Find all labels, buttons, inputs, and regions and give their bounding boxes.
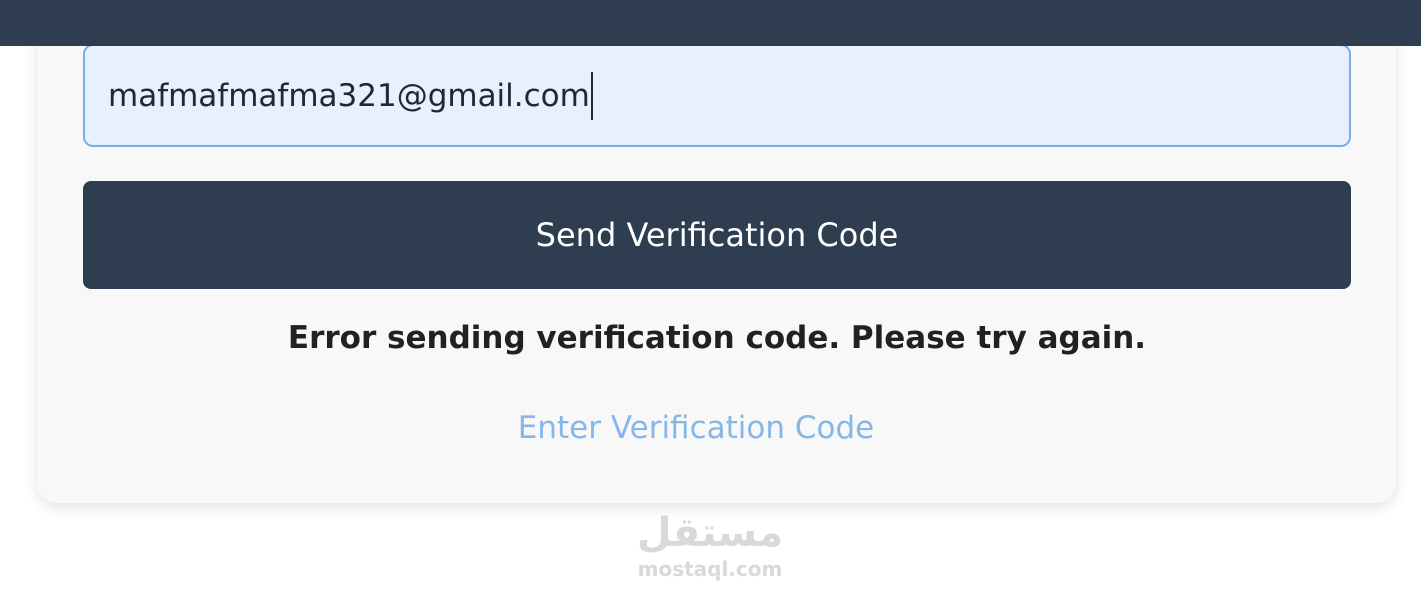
enter-verification-code-link[interactable]: Enter Verification Code	[83, 410, 1309, 446]
email-input-value: mafmafmafma321@gmail.com	[108, 77, 590, 114]
mostaql-watermark: مستقل mostaql.com	[610, 508, 810, 580]
error-message: Error sending verification code. Please …	[287, 320, 1147, 356]
top-header-bar	[0, 0, 1421, 46]
send-verification-code-label: Send Verification Code	[535, 216, 899, 254]
text-cursor	[590, 71, 593, 120]
watermark-latin-text: mostaql.com	[637, 557, 783, 581]
watermark-arabic-text: مستقل	[636, 510, 784, 556]
send-verification-code-button[interactable]: Send Verification Code	[83, 181, 1351, 289]
email-input[interactable]: mafmafmafma321@gmail.com	[83, 44, 1351, 147]
